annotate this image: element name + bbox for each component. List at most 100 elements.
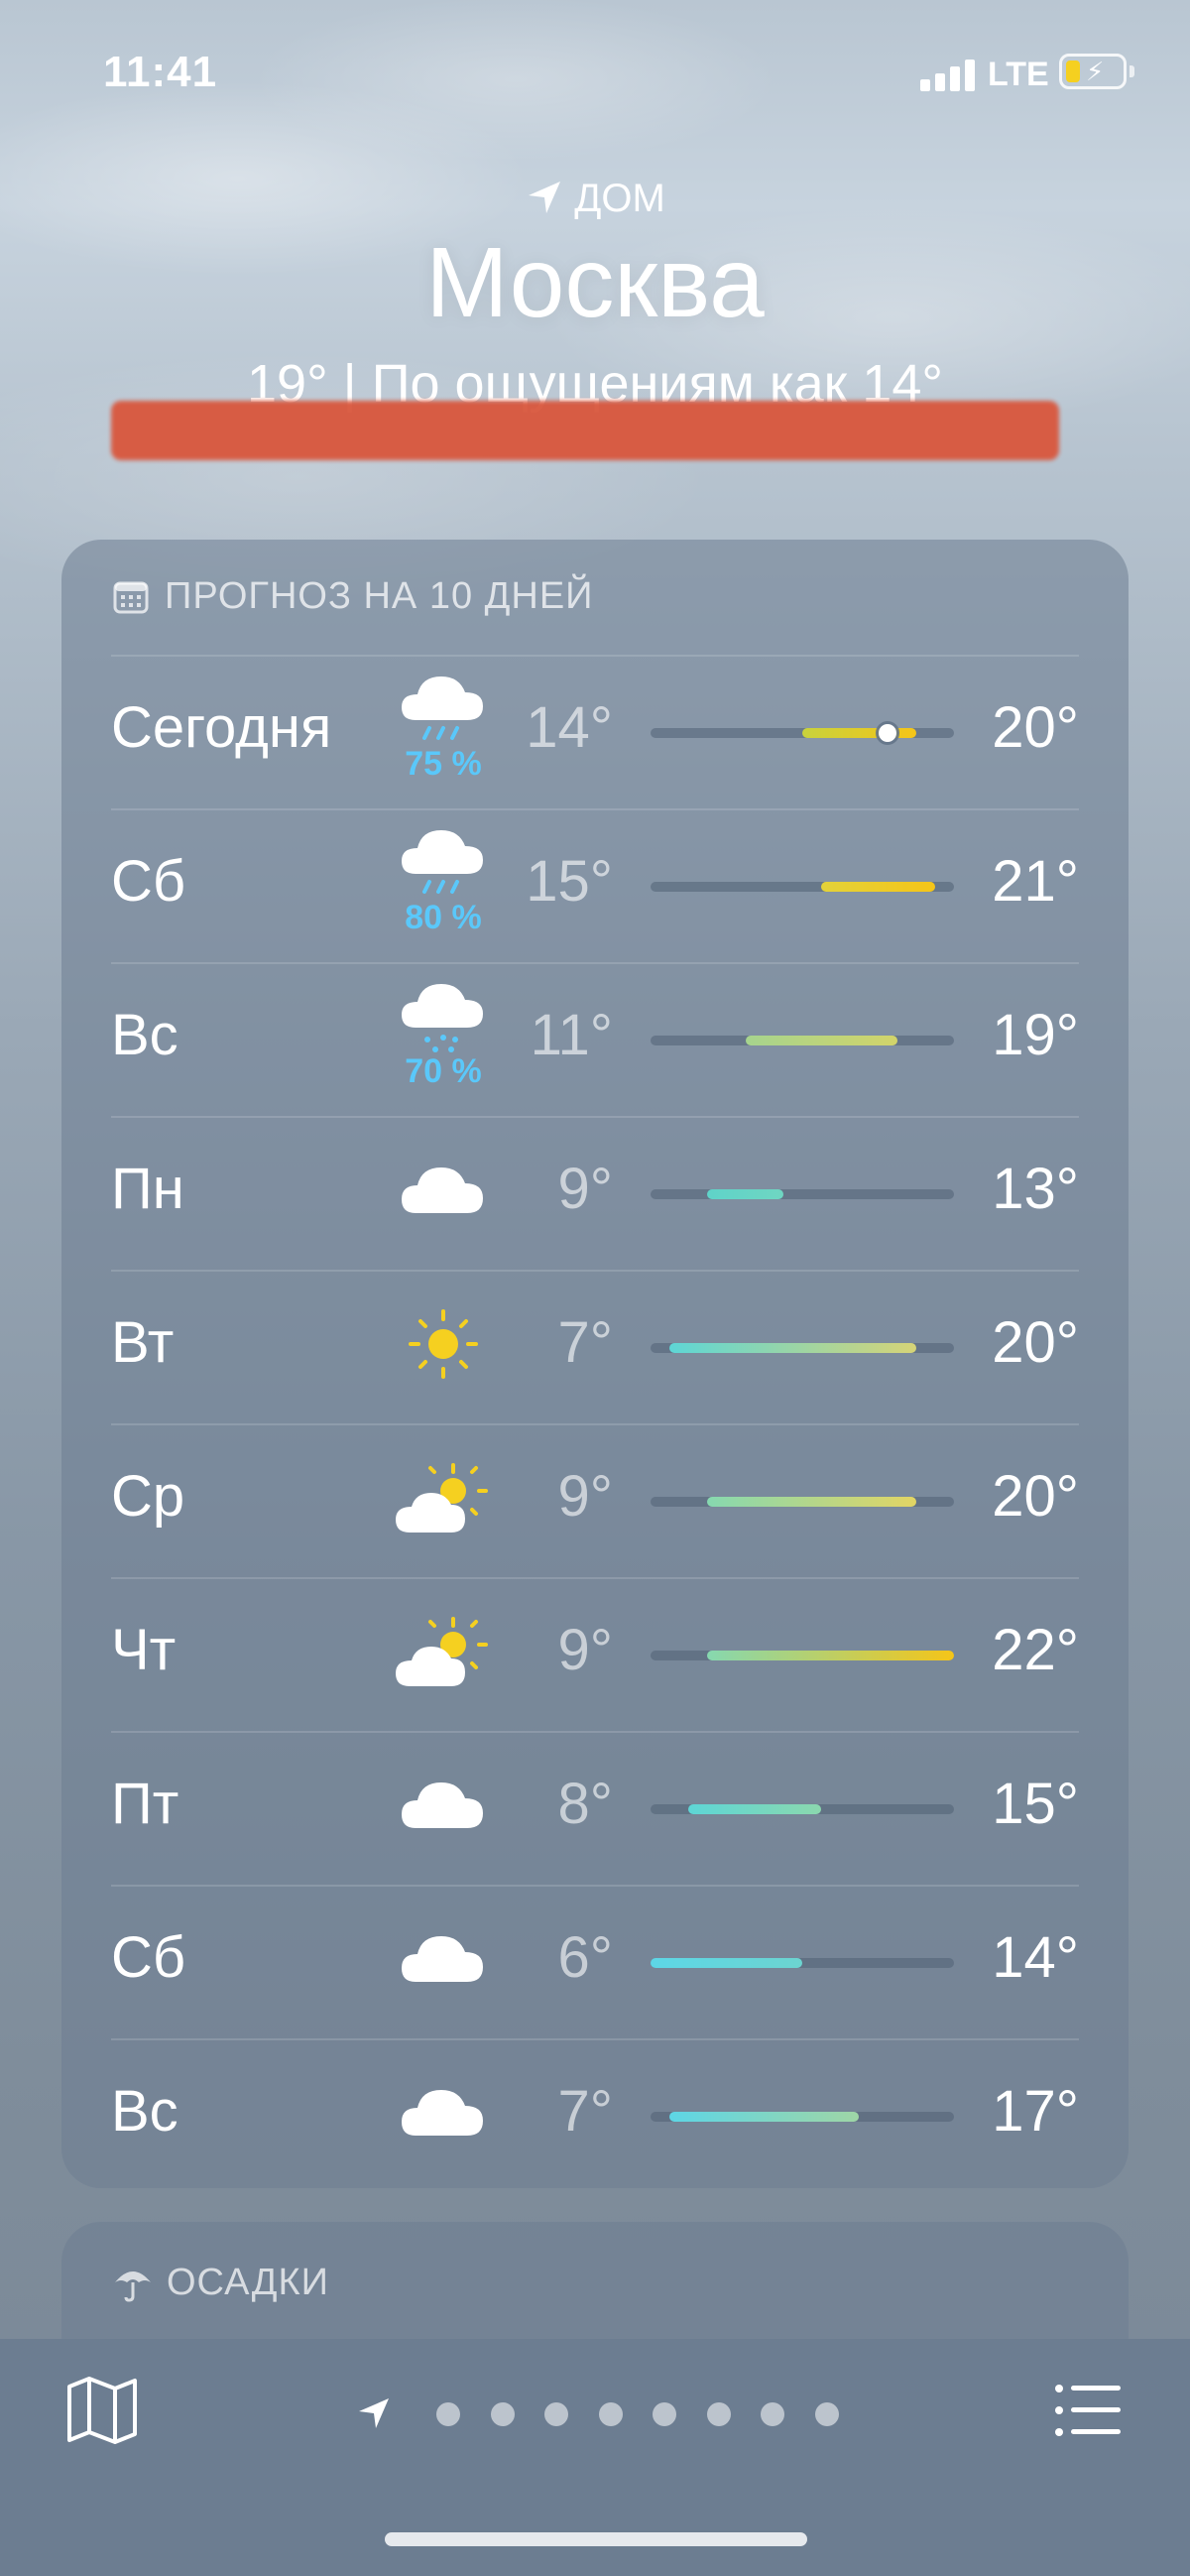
page-dot[interactable] — [761, 2402, 784, 2426]
temp-range-track — [651, 1343, 954, 1353]
status-time: 11:41 — [103, 48, 218, 96]
current-temp-dot — [879, 724, 897, 742]
sun-cloud-icon — [394, 1443, 493, 1552]
sun-icon — [394, 1289, 493, 1399]
forecast-row[interactable]: Вс 70 % 11° 19° — [111, 962, 1079, 1116]
temp-min: 14° — [526, 695, 613, 760]
forecast-row[interactable]: Сб 6° 14° — [111, 1885, 1079, 2038]
temp-range-bar — [802, 728, 916, 738]
forecast-row[interactable]: Чт 9° 22° — [111, 1577, 1079, 1731]
redaction-overlay — [111, 401, 1059, 460]
forecast-row[interactable]: Пн 9° 13° — [111, 1116, 1079, 1270]
city-name: Москва — [425, 227, 765, 338]
city-list-icon[interactable] — [1051, 2375, 1123, 2446]
temp-max: 20° — [992, 1310, 1079, 1375]
forecast-card-title-row: ПРОГНОЗ НА 10 ДНЕЙ — [113, 575, 593, 618]
forecast-row[interactable]: Сб 80 % 15° 21° — [111, 808, 1079, 962]
cloud-rain-icon: 75 % — [394, 675, 493, 784]
precipitation-title: ОСАДКИ — [167, 2262, 329, 2303]
forecast-row[interactable]: Ср 9° 20° — [111, 1423, 1079, 1577]
current-location-page-icon[interactable] — [357, 2396, 391, 2430]
temp-max: 17° — [992, 2079, 1079, 2144]
row-divider — [111, 1885, 1079, 1887]
forecast-row[interactable]: Вт 7° 20° — [111, 1270, 1079, 1423]
cloud-icon — [394, 1751, 493, 1860]
temp-min: 15° — [526, 849, 613, 914]
row-divider — [111, 2038, 1079, 2040]
temp-range-bar — [745, 1036, 897, 1045]
battery-icon: ⚡ — [1059, 54, 1127, 89]
home-indicator[interactable] — [385, 2532, 807, 2546]
umbrella-icon — [115, 2271, 151, 2302]
temp-range-track — [651, 1958, 954, 1968]
battery-tip — [1130, 65, 1134, 77]
page-dot[interactable] — [490, 2402, 515, 2426]
temp-range-track — [651, 2112, 954, 2122]
cloud-drizzle-icon: 70 % — [394, 982, 493, 1091]
forecast-row[interactable]: Пт 8° 15° — [111, 1731, 1079, 1885]
temp-range-bar — [669, 1343, 916, 1353]
temp-range-track — [651, 724, 954, 742]
forecast-row[interactable]: Сегодня 75 % 14° 20° — [111, 655, 1079, 808]
location-arrow-icon — [529, 182, 561, 213]
temp-min: 9° — [557, 1618, 613, 1682]
page-dot[interactable] — [598, 2402, 623, 2426]
day-label: Пн — [111, 1157, 184, 1221]
page-indicator[interactable] — [357, 2389, 839, 2432]
temp-range-bar — [821, 882, 935, 892]
location-label-row: ДОМ — [0, 177, 1190, 221]
precip-chance: 80 % — [405, 899, 482, 936]
temp-range-track — [651, 1036, 954, 1045]
temp-min: 11° — [530, 1003, 613, 1067]
temp-min: 6° — [557, 1925, 613, 1990]
page-dot[interactable] — [706, 2402, 731, 2426]
temp-range-track — [651, 882, 954, 892]
temp-range-bar — [669, 2112, 860, 2122]
temp-min: 7° — [557, 2079, 613, 2144]
status-bar: 11:41 LTE ⚡ — [0, 0, 1190, 149]
row-divider — [111, 1423, 1079, 1425]
temp-max: 20° — [992, 695, 1079, 760]
day-label: Ср — [111, 1464, 185, 1529]
location-label: ДОМ — [574, 177, 665, 220]
row-divider — [111, 1116, 1079, 1118]
temp-min: 7° — [557, 1310, 613, 1375]
row-divider — [111, 1577, 1079, 1579]
temp-range-track — [651, 1804, 954, 1814]
temp-max: 15° — [992, 1772, 1079, 1836]
temp-min: 8° — [557, 1772, 613, 1836]
page-dot[interactable] — [814, 2402, 839, 2426]
day-label: Вт — [111, 1310, 175, 1375]
day-label: Вс — [111, 2079, 178, 2144]
temp-range-bar — [651, 1958, 802, 1968]
cloud-icon — [394, 1904, 493, 2014]
page-dot[interactable] — [436, 2402, 460, 2426]
temp-max: 19° — [992, 1003, 1079, 1067]
day-label: Сб — [111, 849, 186, 914]
sun-cloud-icon — [394, 1597, 493, 1706]
network-label: LTE — [988, 56, 1049, 93]
temp-range-track — [651, 1497, 954, 1507]
calendar-icon — [113, 581, 149, 614]
page-dot[interactable] — [544, 2402, 568, 2426]
day-label: Чт — [111, 1618, 177, 1682]
precipitation-title-row: ОСАДКИ — [113, 2262, 329, 2304]
day-label: Пт — [111, 1772, 179, 1836]
cloud-rain-icon: 80 % — [394, 828, 493, 937]
ten-day-forecast-card[interactable]: ПРОГНОЗ НА 10 ДНЕЙ Сегодня 75 % 14° 20° Сб 80… — [61, 540, 1129, 2188]
temp-max: 22° — [992, 1618, 1079, 1682]
row-divider — [111, 1270, 1079, 1272]
temp-max: 13° — [992, 1157, 1079, 1221]
forecast-row[interactable]: Вс 7° 17° — [111, 2038, 1079, 2192]
temp-range-bar — [707, 1651, 954, 1660]
forecast-card-title: ПРОГНОЗ НА 10 ДНЕЙ — [165, 575, 594, 617]
temp-range-bar — [707, 1497, 916, 1507]
temp-range-track — [651, 1651, 954, 1660]
row-divider — [111, 655, 1079, 657]
map-icon[interactable] — [65, 2375, 139, 2446]
day-label: Вс — [111, 1003, 178, 1067]
precip-chance: 75 % — [405, 745, 482, 783]
temp-range-bar — [688, 1804, 822, 1814]
page-dot[interactable] — [653, 2402, 676, 2426]
cloud-icon — [394, 2058, 493, 2167]
